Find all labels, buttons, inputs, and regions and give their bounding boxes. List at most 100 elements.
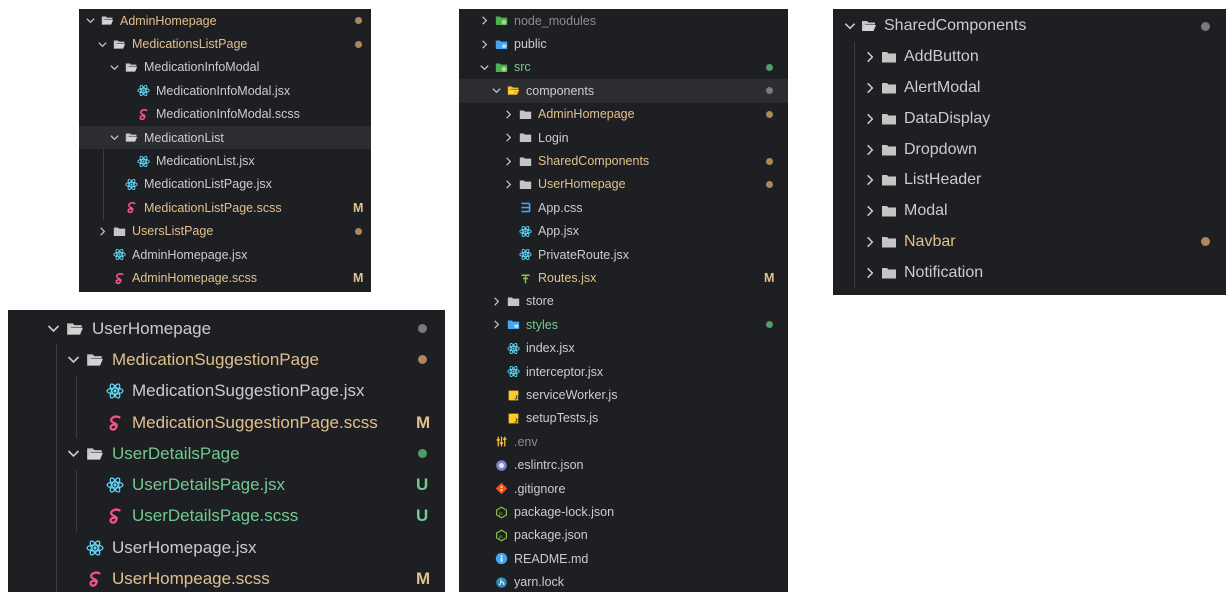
- chevron-down-icon[interactable]: [109, 62, 121, 73]
- chevron-down-icon[interactable]: [66, 352, 82, 367]
- tree-item-setuptests-js[interactable]: JS setupTests.js: [459, 407, 788, 430]
- tree-item-userhomepage[interactable]: UserHomepage: [8, 313, 445, 344]
- tree-item-serviceworker-js[interactable]: JS serviceWorker.js: [459, 383, 788, 406]
- chevron-right-icon[interactable]: [503, 109, 515, 120]
- tree-item-medicationsuggestionpage-scss[interactable]: MedicationSuggestionPage.scss M: [8, 407, 445, 438]
- chevron-down-icon[interactable]: [109, 132, 121, 143]
- tree-item-src[interactable]: src: [459, 56, 788, 79]
- tree-item-public[interactable]: public: [459, 32, 788, 55]
- chevron-right-icon[interactable]: [503, 156, 515, 167]
- tree-item-listheader[interactable]: ListHeader: [833, 165, 1226, 196]
- tree-item-components[interactable]: components: [459, 79, 788, 103]
- tree-item-medicationsuggestionpage[interactable]: MedicationSuggestionPage: [8, 344, 445, 375]
- git-icon: [495, 482, 508, 495]
- tree-item-readme-md[interactable]: README.md: [459, 547, 788, 570]
- tree-item-userdetailspage[interactable]: UserDetailsPage: [8, 438, 445, 469]
- tree-item-datadisplay[interactable]: DataDisplay: [833, 103, 1226, 134]
- git-status-dot: [355, 40, 362, 48]
- tree-item-medicationlist[interactable]: MedicationList: [79, 126, 371, 150]
- chevron-down-icon[interactable]: [85, 15, 97, 26]
- git-status-dot: [766, 321, 773, 329]
- chevron-right-icon[interactable]: [863, 266, 877, 280]
- tree-item-notification[interactable]: Notification: [833, 257, 1226, 288]
- tree-item-userhomepage-jsx[interactable]: UserHomepage.jsx: [8, 532, 445, 563]
- tree-item-sharedcomponents[interactable]: SharedComponents: [459, 149, 788, 172]
- tree-item-index-jsx[interactable]: index.jsx: [459, 337, 788, 360]
- chevron-right-icon[interactable]: [863, 50, 877, 64]
- chevron-right-icon[interactable]: [479, 39, 491, 50]
- folder-icon: [519, 131, 532, 144]
- tree-item-medicationlistpage-jsx[interactable]: MedicationListPage.jsx: [79, 173, 371, 196]
- chevron-right-icon[interactable]: [503, 132, 515, 143]
- tree-item-medicationinfomodal[interactable]: MedicationInfoModal: [79, 56, 371, 79]
- chevron-right-icon[interactable]: [863, 143, 877, 157]
- tree-item-addbutton[interactable]: AddButton: [833, 42, 1226, 73]
- tree-item-label: UserDetailsPage.jsx: [132, 475, 286, 495]
- tree-item-navbar[interactable]: Navbar: [833, 227, 1226, 258]
- tree-item-package-lock-json[interactable]: js package-lock.json: [459, 500, 788, 523]
- tree-item-label: components: [526, 83, 595, 98]
- chevron-down-icon[interactable]: [479, 62, 491, 73]
- tree-item-medicationinfomodal-scss[interactable]: MedicationInfoModal.scss: [79, 103, 371, 126]
- tree-item-node-modules[interactable]: node_modules: [459, 9, 788, 32]
- tree-item-label: Notification: [904, 263, 984, 281]
- tree-item-login[interactable]: Login: [459, 126, 788, 149]
- tree-item-store[interactable]: store: [459, 290, 788, 313]
- git-status-dot: [355, 17, 362, 25]
- git-status-dot: [418, 449, 427, 459]
- tree-item-adminhomepage[interactable]: AdminHomepage: [79, 9, 371, 32]
- react-icon: [106, 476, 124, 494]
- tree-item-app-css[interactable]: App.css: [459, 196, 788, 219]
- tree-item-userslistpage[interactable]: UsersListPage: [79, 220, 371, 243]
- chevron-right-icon[interactable]: [97, 226, 109, 237]
- tree-item-medicationslistpage[interactable]: MedicationsListPage: [79, 32, 371, 55]
- chevron-right-icon[interactable]: [863, 81, 877, 95]
- chevron-right-icon[interactable]: [479, 15, 491, 26]
- tree-item-yarn-lock[interactable]: yarn.lock: [459, 571, 788, 592]
- tree-item-medicationsuggestionpage-jsx[interactable]: MedicationSuggestionPage.jsx: [8, 376, 445, 407]
- chevron-down-icon[interactable]: [843, 19, 857, 33]
- tree-item-medicationlistpage-scss[interactable]: MedicationListPage.scss M: [79, 196, 371, 219]
- tree-item-modal[interactable]: Modal: [833, 196, 1226, 227]
- tree-item-routes-jsx[interactable]: Routes.jsx M: [459, 266, 788, 289]
- chevron-down-icon[interactable]: [46, 321, 62, 336]
- tree-item-userdetailspage-scss[interactable]: UserDetailsPage.scss U: [8, 501, 445, 532]
- tree-item-privateroute-jsx[interactable]: PrivateRoute.jsx: [459, 243, 788, 266]
- chevron-down-icon[interactable]: [491, 85, 503, 96]
- chevron-right-icon[interactable]: [491, 319, 503, 330]
- tree-item-label: AlertModal: [904, 78, 981, 96]
- tree-item-label: MedicationListPage.jsx: [144, 177, 272, 192]
- tree-item-label: MedicationInfoModal: [144, 60, 260, 75]
- tree-item-adminhomepage-jsx[interactable]: AdminHomepage.jsx: [79, 243, 371, 266]
- git-status-dot: [1201, 237, 1210, 247]
- tree-item-eslintrc-json[interactable]: .eslintrc.json: [459, 454, 788, 477]
- chevron-right-icon[interactable]: [863, 204, 877, 218]
- tree-item-env[interactable]: .env: [459, 430, 788, 453]
- tree-item-gitignore[interactable]: .gitignore: [459, 477, 788, 500]
- tree-item-app-jsx[interactable]: App.jsx: [459, 220, 788, 243]
- tree-item-medicationinfomodal-jsx[interactable]: MedicationInfoModal.jsx: [79, 79, 371, 102]
- chevron-right-icon[interactable]: [863, 235, 877, 249]
- folder-open-icon: [66, 320, 84, 338]
- tree-item-styles[interactable]: styles: [459, 313, 788, 336]
- chevron-down-icon[interactable]: [97, 39, 109, 50]
- tree-item-dropdown[interactable]: Dropdown: [833, 134, 1226, 165]
- tree-item-package-json[interactable]: js package.json: [459, 524, 788, 547]
- tree-item-adminhomepage-scss[interactable]: AdminHomepage.scss M: [79, 266, 371, 289]
- yarn-icon: [495, 576, 508, 589]
- chevron-right-icon[interactable]: [503, 179, 515, 190]
- chevron-right-icon[interactable]: [491, 296, 503, 307]
- tree-item-sharedcomponents[interactable]: SharedComponents: [833, 11, 1226, 42]
- chevron-down-icon[interactable]: [66, 446, 82, 461]
- tree-item-label: AdminHomepage.jsx: [132, 247, 248, 262]
- chevron-right-icon[interactable]: [863, 112, 877, 126]
- tree-item-label: index.jsx: [526, 341, 575, 356]
- tree-item-medicationlist-jsx[interactable]: MedicationList.jsx: [79, 149, 371, 172]
- chevron-right-icon[interactable]: [863, 173, 877, 187]
- tree-item-alertmodal[interactable]: AlertModal: [833, 73, 1226, 104]
- tree-item-adminhomepage[interactable]: AdminHomepage: [459, 103, 788, 126]
- tree-item-userhomepage[interactable]: UserHomepage: [459, 173, 788, 196]
- tree-item-interceptor-jsx[interactable]: interceptor.jsx: [459, 360, 788, 383]
- tree-item-userhompeage-scss[interactable]: UserHompeage.scss M: [8, 563, 445, 592]
- tree-item-userdetailspage-jsx[interactable]: UserDetailsPage.jsx U: [8, 470, 445, 501]
